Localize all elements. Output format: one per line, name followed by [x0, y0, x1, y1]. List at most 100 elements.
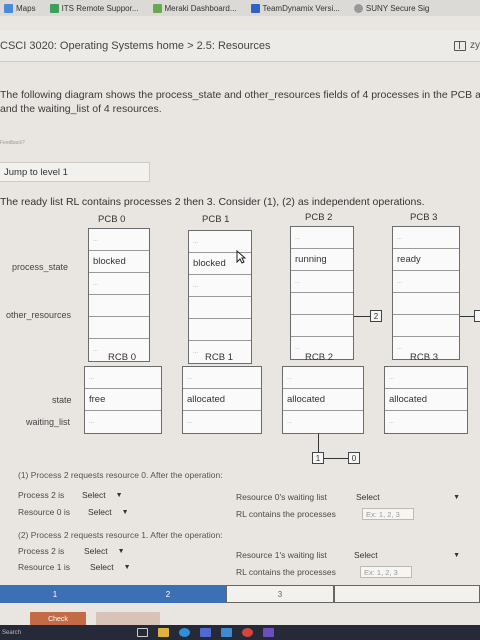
cell: ... — [183, 367, 261, 389]
pcb3: ... ready ... ... — [392, 226, 460, 360]
pcb2: ... running ... ... — [290, 226, 354, 360]
q1-rl-label: RL contains the processes — [236, 509, 336, 519]
cell: ... — [89, 273, 149, 295]
edge-icon[interactable] — [179, 628, 190, 637]
cell: ... — [283, 367, 363, 389]
rcb2-label: RCB 2 — [305, 352, 333, 363]
q2-waiting-label: Resource 1's waiting list — [236, 550, 327, 560]
q1-process-label: Process 2 is — [18, 490, 65, 500]
level-progress: 1 2 3 — [0, 585, 480, 605]
rcb0: ... free ... — [84, 366, 162, 434]
q1-waiting-select[interactable]: Select ▼ — [356, 492, 460, 502]
rcb2-waiting-arrow — [318, 434, 319, 452]
q2-resource-select[interactable]: Select ▼ — [90, 562, 131, 572]
check-button[interactable]: Check — [30, 612, 86, 626]
rcb3: ... allocated ... — [384, 366, 468, 434]
mail-icon[interactable] — [221, 628, 232, 637]
user-initials[interactable]: zy — [470, 40, 480, 51]
progress-level-2[interactable]: 2 — [110, 585, 226, 603]
breadcrumb[interactable]: CSCI 3020: Operating Systems home > 2.5:… — [0, 40, 271, 52]
question-text: The ready list RL contains processes 2 t… — [0, 196, 425, 208]
q2-waiting-select[interactable]: Select ▼ — [354, 550, 460, 560]
rcb3-label: RCB 3 — [410, 352, 438, 363]
pcb3-other-resources — [393, 315, 459, 337]
bookmark-suny-secure[interactable]: SUNY Secure Sig — [353, 3, 429, 13]
next-button[interactable] — [96, 612, 160, 626]
cell: ... — [385, 367, 467, 389]
q1-resource-select[interactable]: Select ▼ — [88, 507, 129, 517]
bookmark-its-remote-support[interactable]: ITS Remote Suppor... — [49, 3, 139, 13]
q2-title: (2) Process 2 requests resource 1. After… — [18, 530, 223, 540]
waiting-list-label: waiting_list — [26, 417, 71, 427]
state-label: state — [52, 395, 72, 405]
rcb0-label: RCB 0 — [108, 352, 136, 363]
chevron-down-icon: ▼ — [453, 493, 460, 501]
rcb1: ... allocated ... — [182, 366, 262, 434]
cell — [291, 293, 353, 315]
cell: ... — [291, 271, 353, 293]
store-icon[interactable] — [200, 628, 211, 637]
q2-process-select[interactable]: Select ▼ — [84, 546, 125, 556]
cell: ... — [291, 227, 353, 249]
description-line-1: The following diagram shows the process_… — [0, 89, 480, 101]
pcb3-label: PCB 3 — [410, 212, 438, 223]
pcb2-resource-node: 2 — [370, 310, 382, 322]
pcb3-state: ready — [393, 249, 459, 271]
q2-process-label: Process 2 is — [18, 546, 65, 556]
question-2: (2) Process 2 requests resource 1. After… — [0, 530, 480, 586]
header-tools: zy — [454, 40, 480, 51]
q1-process-select[interactable]: Select ▼ — [82, 490, 123, 500]
meraki-icon — [152, 3, 162, 13]
rcb2-waiting-link — [324, 458, 348, 459]
progress-level-4[interactable] — [334, 585, 480, 603]
rcb2: ... allocated ... — [282, 366, 364, 434]
book-icon[interactable] — [454, 40, 466, 51]
pcb2-state: running — [291, 249, 353, 271]
activity-description: The following diagram shows the process_… — [0, 88, 480, 116]
bookmark-teamdynamix[interactable]: TeamDynamix Versi... — [250, 3, 340, 13]
bookmark-meraki[interactable]: Meraki Dashboard... — [152, 3, 237, 13]
rcb3-state: allocated — [385, 389, 467, 411]
q1-rl-input[interactable]: Ex: 1, 2, 3 — [362, 508, 414, 520]
progress-level-3[interactable]: 3 — [226, 585, 334, 603]
cell: ... — [89, 229, 149, 251]
bookmarks-bar: Maps ITS Remote Suppor... Meraki Dashboa… — [0, 0, 480, 16]
rcb1-label: RCB 1 — [205, 352, 233, 363]
select-value: Select — [88, 507, 112, 517]
pcb-rcb-diagram: process_state other_resources PCB 0 PCB … — [0, 212, 480, 482]
q2-resource-label: Resource 1 is — [18, 562, 70, 572]
question-1: (1) Process 2 requests resource 0. After… — [0, 470, 480, 530]
q2-rl-label: RL contains the processes — [236, 567, 336, 577]
cell: ... — [393, 227, 459, 249]
rcb3-waiting-list: ... — [389, 419, 395, 425]
pcb3-resource-node — [474, 310, 480, 322]
pcb1-other-resources — [189, 319, 251, 341]
chrome-icon[interactable] — [242, 628, 253, 637]
chevron-down-icon: ▼ — [123, 563, 131, 571]
select-value: Select — [82, 490, 106, 500]
rcb2-waiting-node-2: 0 — [348, 452, 360, 464]
rcb2-waiting-list: ... — [287, 419, 293, 425]
file-explorer-icon[interactable] — [158, 628, 169, 637]
bookmark-maps[interactable]: Maps — [4, 3, 36, 13]
pcb2-resource-arrow — [354, 316, 370, 317]
q1-waiting-label: Resource 0's waiting list — [236, 492, 327, 502]
cell: ... — [393, 271, 459, 293]
rcb1-state: allocated — [183, 389, 261, 411]
maps-icon — [4, 3, 13, 13]
pcb2-other-resources — [291, 315, 353, 337]
jump-to-level-button[interactable]: Jump to level 1 — [0, 162, 150, 182]
chevron-down-icon: ▼ — [115, 491, 123, 499]
task-view-icon[interactable] — [137, 628, 148, 637]
progress-level-1[interactable]: 1 — [0, 585, 110, 603]
chevron-down-icon: ▼ — [453, 551, 460, 559]
windows-taskbar: Search — [0, 625, 480, 640]
chevron-down-icon: ▼ — [121, 508, 129, 516]
taskbar-search[interactable]: Search — [2, 630, 132, 636]
rcb1-waiting-list: ... — [187, 419, 193, 425]
q2-rl-input[interactable]: Ex: 1, 2, 3 — [360, 566, 412, 578]
app-icon[interactable] — [263, 628, 274, 637]
cell — [189, 297, 251, 319]
feedback-link[interactable]: Feedback? — [0, 140, 25, 146]
pcb2-label: PCB 2 — [305, 212, 333, 223]
